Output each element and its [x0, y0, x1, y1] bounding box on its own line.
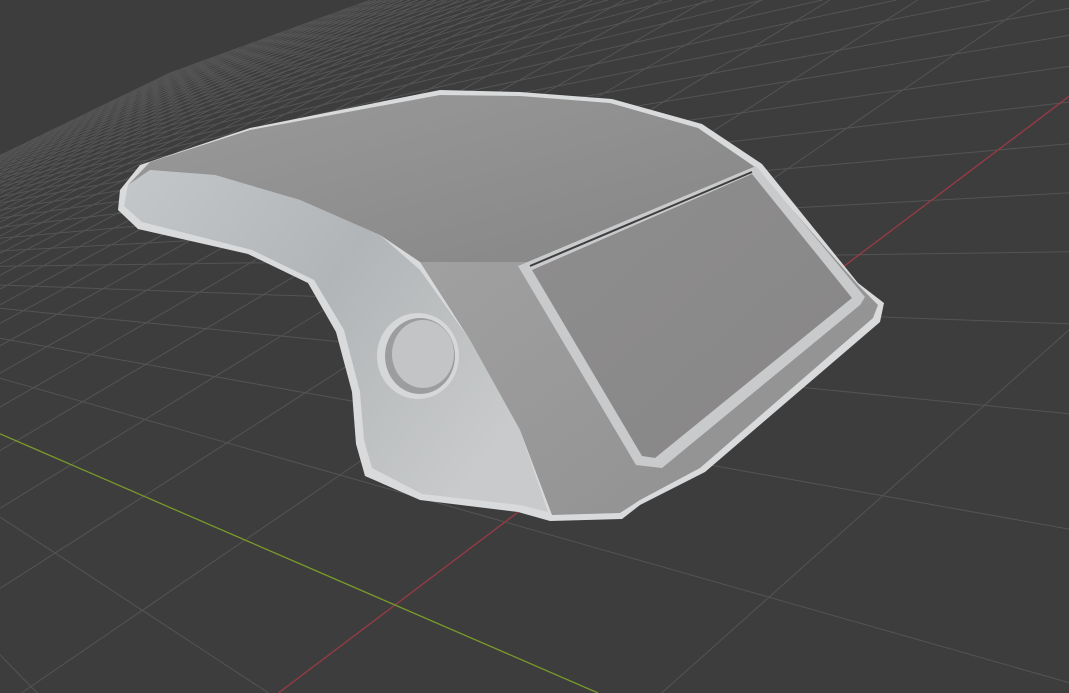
round-cap-detail: [377, 313, 459, 399]
3d-model-car-roof[interactable]: [0, 0, 1069, 693]
3d-viewport[interactable]: [0, 0, 1069, 693]
